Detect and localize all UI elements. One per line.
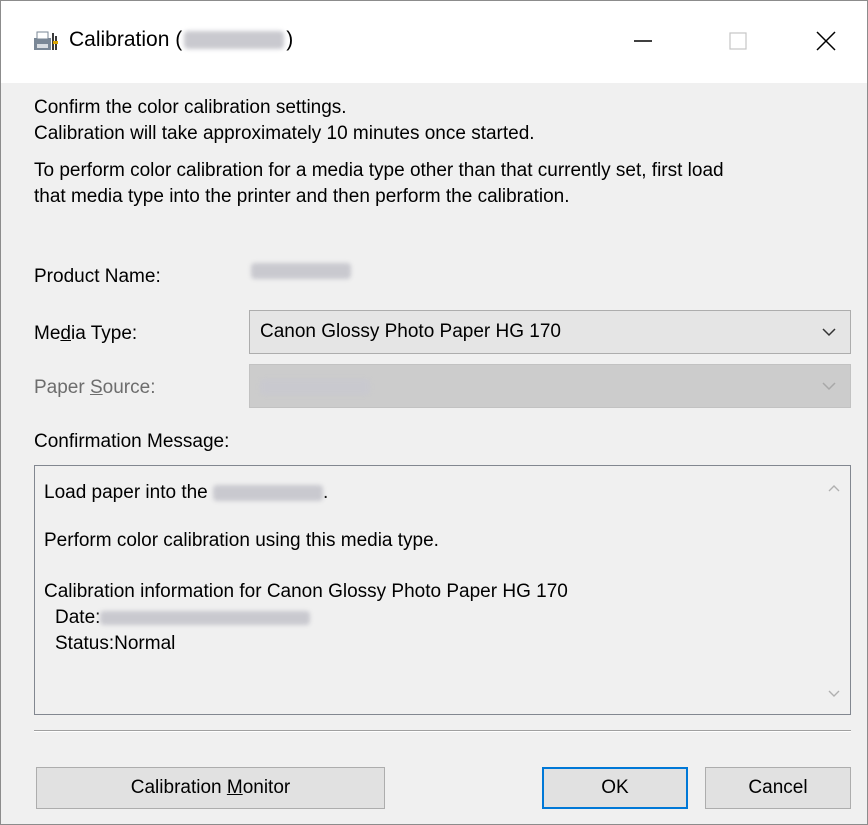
paper-source-label-end: ource:: [102, 377, 156, 398]
message-date-label: Date:: [55, 607, 101, 628]
media-type-label-start: Me: [34, 323, 61, 344]
paper-source-accesskey: S: [89, 377, 103, 398]
separator: [34, 730, 851, 732]
ok-button[interactable]: OK: [542, 767, 688, 809]
intro-line-4: that media type into the printer and the…: [34, 186, 570, 207]
media-type-select[interactable]: Canon Glossy Photo Paper HG 170: [249, 310, 851, 354]
chevron-down-icon: [822, 328, 836, 337]
media-type-accesskey: d: [60, 323, 71, 344]
maximize-icon: [729, 32, 747, 50]
scroll-down-icon[interactable]: [826, 688, 842, 700]
minimize-icon: [634, 40, 652, 42]
printer-calibration-icon: [34, 31, 58, 50]
window-title-suffix: ): [286, 28, 294, 51]
intro-line-2: Calibration will take approximately 10 m…: [34, 123, 535, 144]
redacted-paper-source-name: [213, 484, 324, 501]
message-line-calibration-info: Calibration information for Canon Glossy…: [44, 581, 568, 602]
media-type-value: Canon Glossy Photo Paper HG 170: [260, 321, 562, 342]
calibration-dialog: Calibration () Confirm the color calibra…: [0, 0, 868, 825]
product-name-label: Product Name:: [34, 266, 161, 287]
media-type-label-end: ia Type:: [70, 323, 138, 344]
calibration-monitor-accesskey: M: [226, 777, 243, 798]
message-line-perform: Perform color calibration using this med…: [44, 530, 439, 551]
message-line-load-paper-text: Load paper into the: [44, 482, 208, 503]
redacted-paper-source: [260, 379, 370, 395]
cancel-button[interactable]: Cancel: [705, 767, 851, 809]
paper-source-label: Paper Source:: [34, 375, 155, 401]
message-line-load-paper-end: .: [323, 482, 329, 503]
message-line-date: Date:: [55, 605, 311, 631]
chevron-down-icon: [822, 382, 836, 391]
calibration-monitor-button[interactable]: Calibration Monitor: [36, 767, 385, 809]
confirmation-message-label: Confirmation Message:: [34, 431, 230, 452]
redacted-product-name: [251, 263, 351, 279]
calibration-monitor-label-start: Calibration: [130, 777, 227, 798]
intro-line-3: To perform color calibration for a media…: [34, 160, 724, 181]
calibration-monitor-label-end: onitor: [242, 777, 291, 798]
maximize-button: [708, 11, 768, 71]
media-type-label: Media Type:: [34, 321, 137, 347]
message-line-status: Status:Normal: [55, 633, 176, 654]
close-icon: [816, 31, 836, 51]
paper-source-select: [249, 364, 851, 408]
window-title: Calibration (): [69, 26, 293, 54]
intro-line-1: Confirm the color calibration settings.: [34, 97, 347, 118]
title-bar: Calibration (): [1, 1, 867, 83]
minimize-button[interactable]: [613, 11, 673, 71]
message-line-load-paper: Load paper into the .: [44, 480, 328, 506]
confirmation-message-box[interactable]: Load paper into the . Perform color cali…: [34, 465, 851, 715]
close-button[interactable]: [796, 11, 856, 71]
scroll-up-icon[interactable]: [826, 482, 842, 494]
window-title-prefix: Calibration (: [69, 28, 183, 51]
redacted-model-name: [184, 31, 285, 50]
redacted-date: [100, 610, 311, 625]
paper-source-label-start: Paper: [34, 377, 90, 398]
